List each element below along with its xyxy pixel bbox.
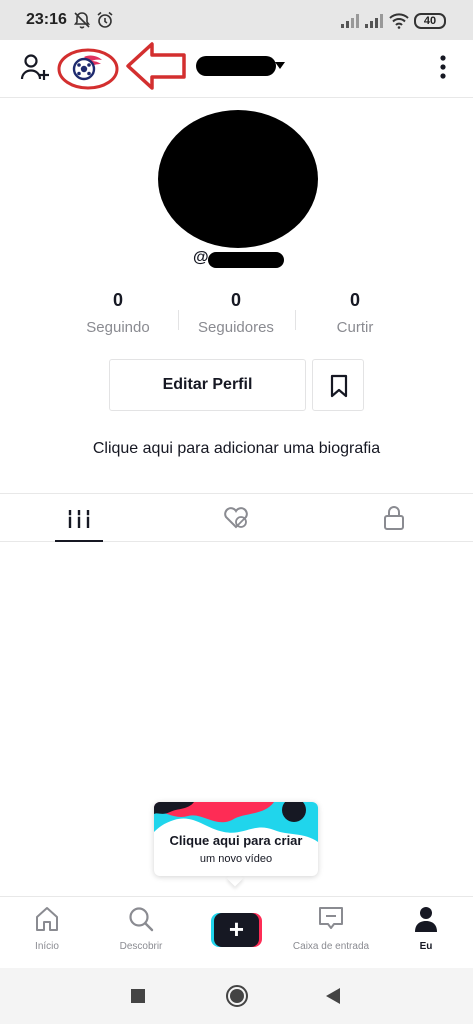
profile-icon bbox=[415, 907, 437, 932]
stat-likes[interactable]: 0 Curtir bbox=[290, 290, 420, 336]
stat-label: Curtir bbox=[336, 319, 374, 336]
user-handle-redacted bbox=[208, 252, 284, 268]
bookmark-button[interactable] bbox=[312, 359, 364, 411]
annotation-arrow bbox=[126, 42, 186, 90]
signal-icon bbox=[365, 14, 383, 28]
stat-followers[interactable]: 0 Seguidores bbox=[171, 290, 301, 336]
plus-icon: + bbox=[214, 913, 259, 947]
profile-badge-icon[interactable] bbox=[70, 54, 104, 82]
bio-prompt[interactable]: Clique aqui para adicionar uma biografia bbox=[0, 440, 473, 458]
nav-inbox[interactable]: Caixa de entrada bbox=[284, 905, 378, 952]
signal-icon bbox=[341, 14, 359, 28]
create-card-subtitle: um novo vídeo bbox=[199, 853, 273, 865]
home-icon bbox=[36, 907, 58, 931]
nav-home[interactable]: Início bbox=[0, 905, 94, 952]
bottom-navigation: Início Descobrir + Caixa de entrada Eu bbox=[0, 896, 473, 968]
nav-home-label: Início bbox=[35, 941, 59, 952]
chevron-down-icon[interactable] bbox=[275, 62, 285, 69]
lock-icon[interactable] bbox=[383, 505, 405, 531]
profile-top-bar bbox=[0, 40, 473, 98]
bookmark-icon bbox=[330, 374, 348, 398]
nav-me[interactable]: Eu bbox=[379, 905, 473, 952]
status-bar: 23:16 40 bbox=[0, 0, 473, 40]
grid-icon[interactable] bbox=[67, 508, 91, 530]
recents-icon[interactable] bbox=[130, 988, 146, 1004]
stat-label: Seguidores bbox=[198, 319, 274, 336]
stat-following[interactable]: 0 Seguindo bbox=[53, 290, 183, 336]
search-icon bbox=[129, 907, 154, 932]
stat-value: 0 bbox=[349, 290, 360, 310]
avatar[interactable] bbox=[158, 110, 318, 248]
create-video-card[interactable]: Clique aqui para criar um novo vídeo bbox=[154, 802, 318, 876]
nav-discover-label: Descobrir bbox=[119, 941, 163, 952]
edit-profile-button[interactable]: Editar Perfil bbox=[109, 359, 306, 411]
content-tabs bbox=[0, 493, 473, 542]
liked-hidden-icon[interactable] bbox=[222, 506, 250, 530]
inbox-icon bbox=[319, 907, 343, 929]
wifi-icon bbox=[389, 13, 409, 29]
more-vertical-icon[interactable] bbox=[437, 53, 449, 81]
nav-discover[interactable]: Descobrir bbox=[94, 905, 188, 952]
bell-off-icon bbox=[73, 12, 91, 29]
nav-inbox-label: Caixa de entrada bbox=[292, 941, 370, 952]
create-card-title: Clique aqui para criar bbox=[169, 833, 303, 848]
stat-value: 0 bbox=[112, 290, 123, 310]
nav-me-label: Eu bbox=[419, 941, 433, 952]
username-redacted[interactable] bbox=[196, 56, 276, 76]
stat-label: Seguindo bbox=[86, 319, 150, 336]
add-user-icon[interactable] bbox=[20, 52, 50, 82]
status-time: 23:16 bbox=[26, 11, 67, 28]
stat-value: 0 bbox=[230, 290, 241, 310]
active-tab-indicator bbox=[55, 540, 103, 542]
battery-icon: 40 bbox=[414, 13, 446, 29]
home-button-icon[interactable] bbox=[225, 984, 249, 1008]
user-handle: @ bbox=[193, 249, 209, 266]
system-navigation-bar bbox=[0, 968, 473, 1024]
create-button[interactable]: + bbox=[211, 913, 262, 947]
back-icon[interactable] bbox=[324, 987, 342, 1005]
alarm-icon bbox=[97, 11, 113, 28]
